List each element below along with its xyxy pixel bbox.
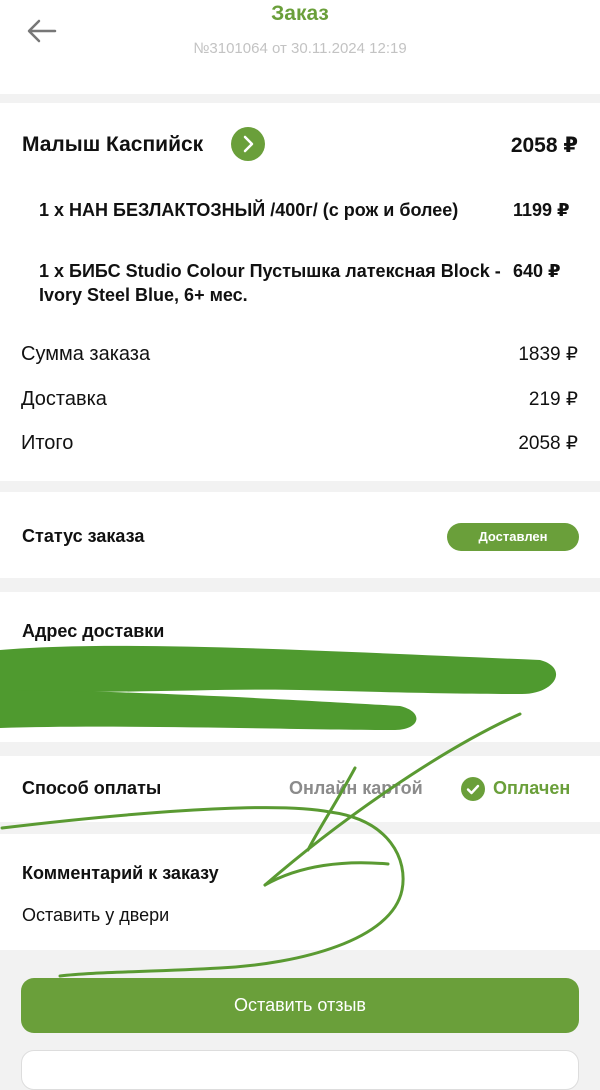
address-label: Адрес доставки	[22, 621, 165, 641]
leave-review-button[interactable]: Оставить отзыв	[21, 978, 579, 1033]
chevron-right-icon	[243, 135, 254, 153]
order-item-price: 1199 ₽	[513, 200, 570, 220]
status-badge: Доставлен	[447, 523, 579, 551]
summary-row-delivery: Доставка 219 ₽	[21, 388, 578, 416]
order-item-name: 1 x НАН БЕЗЛАКТОЗНЫЙ /400г/ (с рож и бол…	[39, 200, 459, 220]
page-title: Заказ	[271, 2, 329, 25]
store-total: 2058 ₽	[510, 134, 578, 157]
order-item-price: 640 ₽	[513, 261, 561, 281]
order-details-card: Малыш Каспийск 2058 ₽ 1 x НАН БЕЗЛАКТОЗН…	[0, 103, 600, 481]
header: Заказ №3101064 от 30.11.2024 12:19	[0, 0, 600, 94]
store-name: Малыш Каспийск	[22, 133, 204, 156]
summary-label: Итого	[21, 432, 74, 454]
payment-status: Оплачен	[493, 778, 571, 798]
store-row: Малыш Каспийск 2058 ₽	[22, 127, 578, 163]
summary-label: Доставка	[21, 388, 107, 410]
summary-value: 219 ₽	[528, 389, 578, 410]
payment-card: Способ оплаты Онлайн картой Оплачен	[0, 756, 600, 822]
summary-row-subtotal: Сумма заказа 1839 ₽	[21, 343, 578, 371]
comment-text: Оставить у двери	[22, 905, 170, 925]
status-card: Статус заказа Доставлен	[0, 492, 600, 578]
payment-label: Способ оплаты	[22, 778, 162, 798]
summary-row-total: Итого 2058 ₽	[21, 432, 578, 460]
store-open-button[interactable]	[231, 127, 265, 161]
summary-value: 2058 ₽	[518, 433, 578, 454]
comment-label: Комментарий к заказу	[22, 863, 219, 883]
summary-value: 1839 ₽	[518, 344, 578, 365]
summary-label: Сумма заказа	[21, 343, 151, 365]
status-label: Статус заказа	[22, 526, 145, 546]
comment-card: Комментарий к заказу Оставить у двери	[0, 834, 600, 950]
address-card: Адрес доставки	[0, 592, 600, 742]
check-circle-icon	[461, 777, 485, 801]
order-number-date: №3101064 от 30.11.2024 12:19	[193, 40, 407, 57]
secondary-action-button[interactable]	[21, 1050, 579, 1090]
payment-method: Онлайн картой	[289, 778, 423, 798]
order-item-name: 1 x БИБС Studio Colour Пустышка латексна…	[39, 261, 501, 305]
